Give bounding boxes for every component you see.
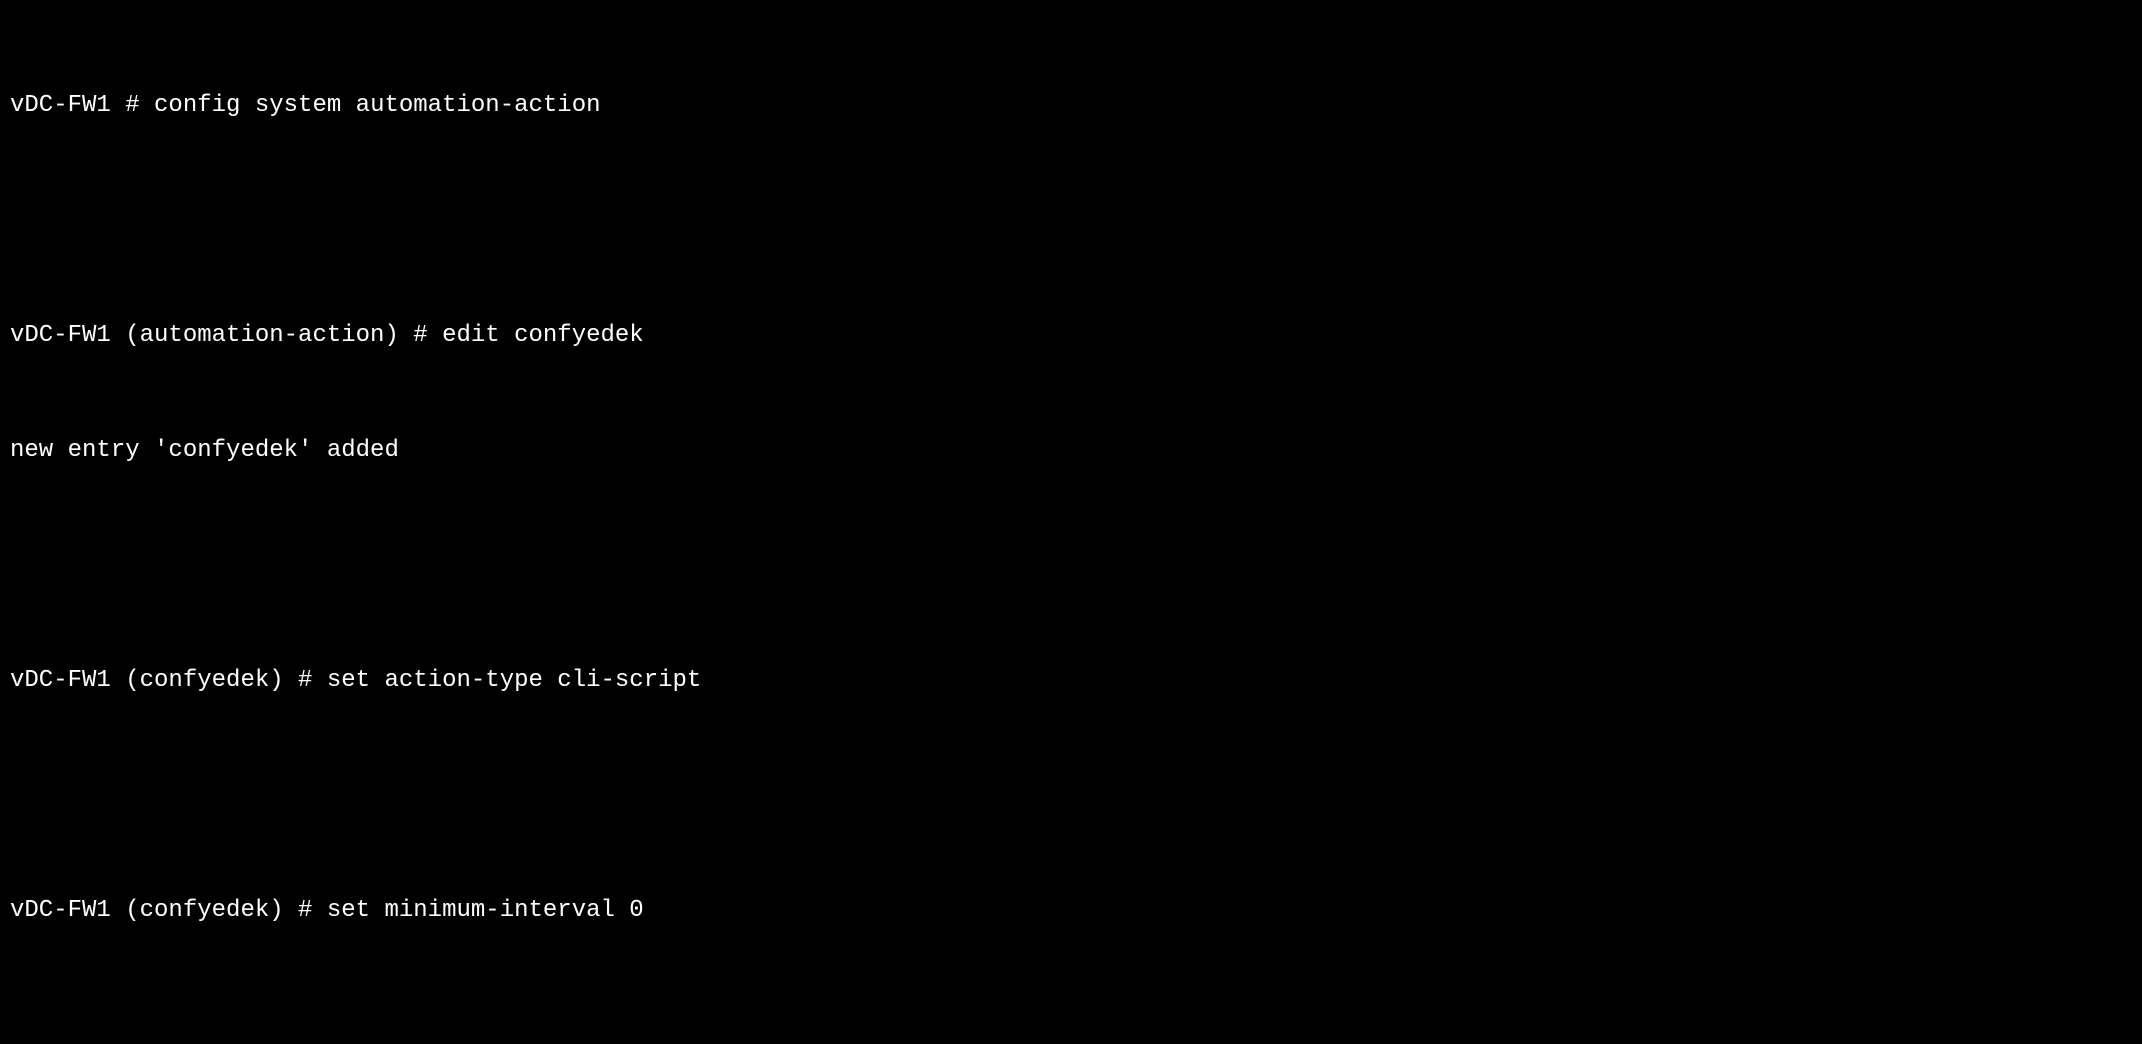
terminal-line: vDC-FW1 (confyedek) # set action-type cl… (10, 662, 2132, 700)
terminal-output: new entry 'confyedek' added (10, 432, 2132, 470)
blank-line (10, 777, 2132, 815)
blank-line (10, 202, 2132, 240)
command-text: set minimum-interval 0 (327, 897, 644, 924)
terminal-window[interactable]: vDC-FW1 # config system automation-actio… (10, 10, 2132, 1044)
blank-line (10, 1007, 2132, 1044)
terminal-line: vDC-FW1 # config system automation-actio… (10, 87, 2132, 125)
prompt: vDC-FW1 (confyedek) # (10, 897, 327, 924)
prompt: vDC-FW1 (automation-action) # (10, 322, 442, 349)
terminal-line: vDC-FW1 (confyedek) # set minimum-interv… (10, 892, 2132, 930)
output-text: new entry 'confyedek' added (10, 437, 399, 464)
command-text: config system automation-action (154, 92, 600, 119)
blank-line (10, 547, 2132, 585)
command-text: edit confyedek (442, 322, 644, 349)
command-text: set action-type cli-script (327, 667, 701, 694)
prompt: vDC-FW1 (confyedek) # (10, 667, 327, 694)
terminal-line: vDC-FW1 (automation-action) # edit confy… (10, 317, 2132, 355)
prompt: vDC-FW1 # (10, 92, 154, 119)
